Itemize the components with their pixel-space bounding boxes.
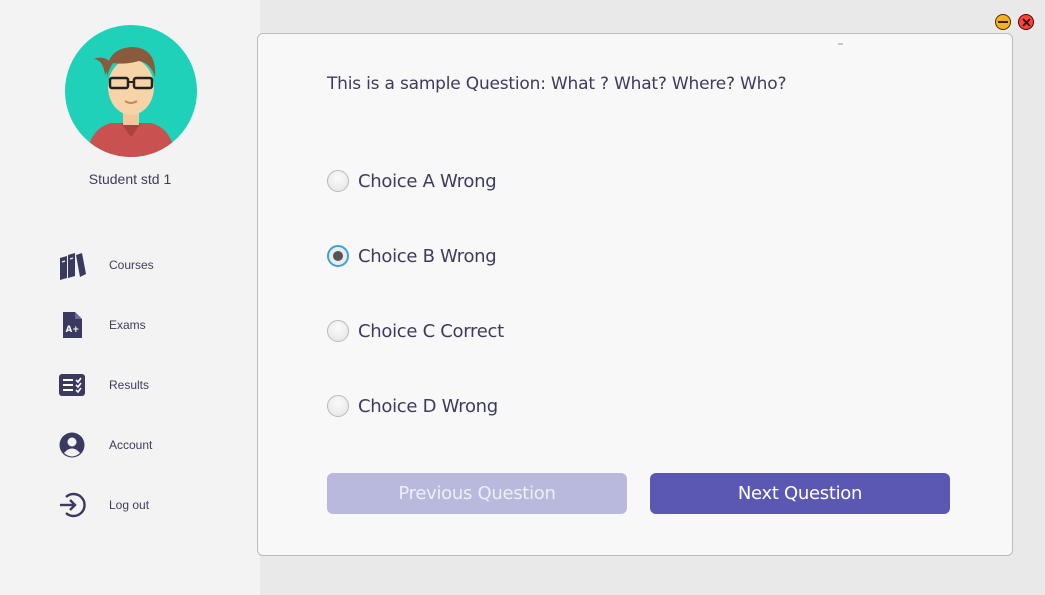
- username: Student std 1: [88, 171, 172, 187]
- question-card: This is a sample Question: What ? What? …: [257, 33, 1013, 556]
- close-button[interactable]: [1018, 14, 1034, 30]
- choice-label: Choice D Wrong: [358, 395, 498, 417]
- sidebar-item-logout[interactable]: Log out: [55, 487, 235, 523]
- logout-icon: [55, 488, 89, 522]
- results-list-icon: [55, 368, 89, 402]
- next-question-button[interactable]: Next Question: [650, 473, 950, 514]
- sidebar-item-label: Log out: [109, 498, 150, 512]
- svg-text:A+: A+: [66, 325, 80, 335]
- choice-label: Choice A Wrong: [358, 170, 497, 192]
- choice-a[interactable]: Choice A Wrong: [327, 168, 497, 194]
- sidebar-item-label: Courses: [109, 258, 154, 272]
- radio-button[interactable]: [327, 320, 349, 342]
- exam-grade-icon: A+: [55, 308, 89, 342]
- close-icon: [1021, 17, 1031, 27]
- sidebar-item-courses[interactable]: Courses: [55, 247, 235, 283]
- choice-label: Choice C Correct: [358, 320, 504, 342]
- sidebar-item-exams[interactable]: A+ Exams: [55, 307, 235, 343]
- account-icon: [55, 428, 89, 462]
- sidebar-item-results[interactable]: Results: [55, 367, 235, 403]
- radio-button[interactable]: [327, 395, 349, 417]
- decorative-mark: [838, 43, 843, 45]
- minimize-icon: [998, 21, 1008, 23]
- minimize-button[interactable]: [995, 14, 1011, 30]
- books-icon: [55, 248, 89, 282]
- radio-button[interactable]: [327, 170, 349, 192]
- radio-button-selected[interactable]: [327, 245, 349, 267]
- question-text: This is a sample Question: What ? What? …: [327, 74, 787, 94]
- sidebar-item-label: Exams: [109, 318, 146, 332]
- choice-b[interactable]: Choice B Wrong: [327, 243, 497, 269]
- sidebar-item-label: Results: [109, 378, 150, 392]
- sidebar: Student std 1 Courses A+ Exams Results A…: [0, 0, 260, 595]
- previous-question-button[interactable]: Previous Question: [327, 473, 627, 514]
- avatar: [65, 25, 197, 157]
- sidebar-item-account[interactable]: Account: [55, 427, 235, 463]
- choice-d[interactable]: Choice D Wrong: [327, 393, 498, 419]
- sidebar-item-label: Account: [109, 438, 153, 452]
- choice-c[interactable]: Choice C Correct: [327, 318, 504, 344]
- choice-label: Choice B Wrong: [358, 245, 497, 267]
